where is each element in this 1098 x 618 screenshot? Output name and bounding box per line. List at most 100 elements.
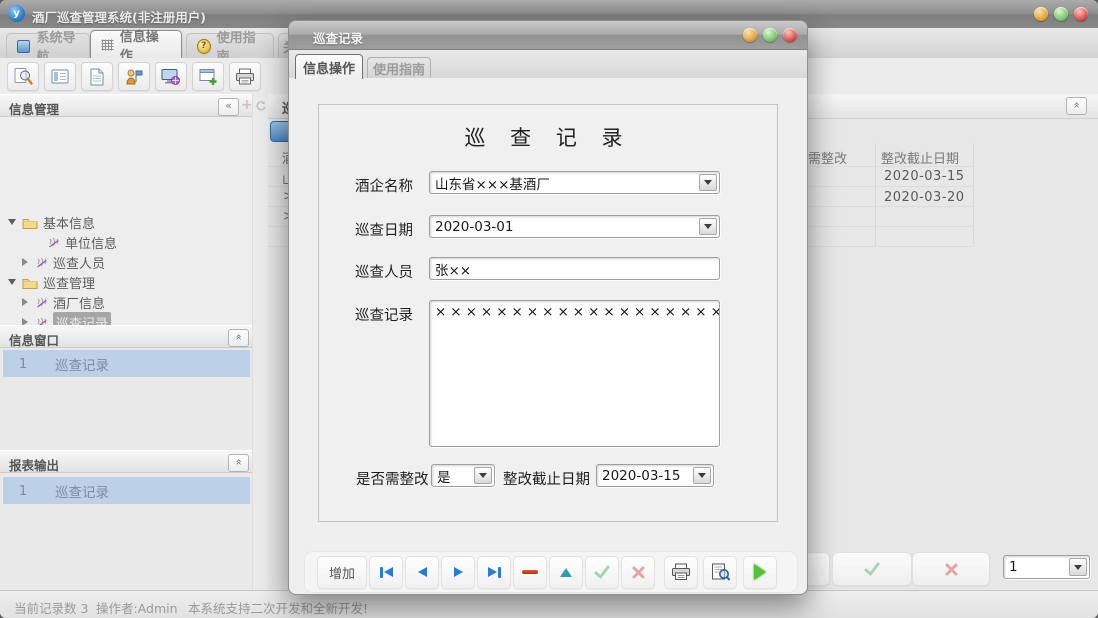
first-record-button[interactable] <box>369 556 403 589</box>
panel-title: 信息管理 <box>9 99 59 118</box>
company-label: 酒企名称 <box>355 175 413 196</box>
dropdown-arrow-icon[interactable] <box>699 218 717 235</box>
deadline-value: 2020-03-15 <box>602 468 680 484</box>
page-select-combobox[interactable]: 1 <box>1003 555 1090 579</box>
print-record-button[interactable] <box>664 556 698 589</box>
add-icon[interactable] <box>241 97 253 113</box>
dialog-body: 巡 查 记 录 酒企名称 山东省×××基酒厂 巡查日期 2020-03-01 巡… <box>289 78 807 548</box>
tree-item-label: 巡查管理 <box>43 273 95 292</box>
folder-icon <box>22 216 38 229</box>
column-header-deadline[interactable]: 整改截止日期 <box>881 148 959 167</box>
tree-item-basic-info[interactable]: 基本信息 <box>0 212 252 232</box>
collapsed-arrow-icon[interactable] <box>22 298 28 306</box>
tab-system-nav[interactable]: 系统导航 <box>6 33 90 58</box>
tree-item-winery-info[interactable]: 酒厂信息 <box>0 292 252 312</box>
run-report-button[interactable] <box>743 556 777 589</box>
list-item[interactable]: 1 巡查记录 <box>3 350 250 377</box>
tab-info-operation[interactable]: 信息操作 <box>90 30 182 58</box>
dropdown-arrow-icon[interactable] <box>699 174 717 191</box>
panel-header-info-management: 信息管理 <box>0 94 252 117</box>
monitor-button[interactable] <box>155 62 187 91</box>
tree-item-inspection-management[interactable]: 巡查管理 <box>0 272 252 292</box>
status-record-count: 当前记录数 3 <box>14 598 88 617</box>
minimize-orb-button[interactable] <box>1034 7 1048 21</box>
tree-item-label: 巡查人员 <box>53 253 105 272</box>
dialog-tab-user-guide[interactable]: 使用指南 <box>367 57 431 79</box>
print-preview-button[interactable] <box>703 556 737 589</box>
document-icon <box>89 68 105 86</box>
tree-item-inspectors[interactable]: 巡查人员 <box>0 252 252 272</box>
delete-record-icon <box>522 570 538 574</box>
search-button[interactable] <box>7 62 39 91</box>
deadline-label: 整改截止日期 <box>503 468 590 489</box>
need-fix-label: 是否需整改 <box>356 468 429 489</box>
edit-record-button[interactable] <box>549 556 583 589</box>
prev-record-button[interactable] <box>405 556 439 589</box>
refresh-icon[interactable] <box>255 100 267 112</box>
company-combobox[interactable]: 山东省×××基酒厂 <box>429 171 720 194</box>
print-button[interactable] <box>229 62 261 91</box>
dialog-record-toolbar: 增加 <box>305 552 797 592</box>
monitor-globe-icon <box>161 68 181 86</box>
delete-record-button[interactable] <box>513 556 547 589</box>
dialog-tab-info-operation[interactable]: 信息操作 <box>295 54 363 79</box>
collapsed-arrow-icon[interactable] <box>22 258 28 266</box>
sidebar-gutter <box>252 94 268 590</box>
footer-confirm-button[interactable] <box>832 552 912 586</box>
next-record-icon <box>454 567 463 577</box>
inspector-label: 巡查人员 <box>355 261 413 282</box>
dropdown-arrow-icon[interactable] <box>474 467 492 484</box>
close-orb-button[interactable] <box>1074 7 1088 21</box>
tree-item-label: 基本信息 <box>43 213 95 232</box>
window-add-icon <box>199 68 218 86</box>
dropdown-arrow-icon[interactable] <box>1069 558 1087 576</box>
collapse-up-button[interactable] <box>228 329 249 347</box>
tree-item-label: 酒厂信息 <box>53 293 105 312</box>
dialog-minimize-orb-button[interactable] <box>743 28 757 42</box>
inspector-input[interactable]: 张×× <box>429 257 720 280</box>
new-window-button[interactable] <box>192 62 224 91</box>
cancel-x-icon <box>632 566 645 579</box>
dropdown-arrow-icon[interactable] <box>693 467 711 484</box>
deadline-combobox[interactable]: 2020-03-15 <box>596 464 714 487</box>
edit-record-icon <box>560 568 572 577</box>
tool-leaf-icon <box>47 236 60 249</box>
inspector-value: 张×× <box>435 259 471 279</box>
search-icon <box>13 67 33 86</box>
collapse-up-button[interactable] <box>1066 97 1087 115</box>
maximize-orb-button[interactable] <box>1054 7 1068 21</box>
tree-item-unit-info[interactable]: 单位信息 <box>0 232 252 252</box>
record-textarea[interactable]: ××××××××××××××××××××××× <box>429 300 720 447</box>
collapse-left-button[interactable] <box>218 98 239 116</box>
table-cell-deadline[interactable]: 2020-03-20 <box>884 190 965 205</box>
dialog-tab-label: 信息操作 <box>303 58 355 77</box>
expanded-arrow-icon[interactable] <box>8 219 16 225</box>
table-cell-deadline[interactable]: 2020-03-15 <box>884 169 965 184</box>
form-heading: 巡 查 记 录 <box>318 122 778 152</box>
last-record-icon <box>488 567 497 577</box>
confirm-button[interactable] <box>585 556 619 589</box>
collapse-up-button[interactable] <box>228 454 249 472</box>
list-item-label: 巡查记录 <box>55 481 109 501</box>
add-record-button[interactable]: 增加 <box>317 556 367 589</box>
list-item-index: 1 <box>3 483 43 499</box>
expanded-arrow-icon[interactable] <box>8 279 16 285</box>
need-fix-combobox[interactable]: 是 <box>431 464 495 487</box>
first-record-icon <box>380 567 383 578</box>
last-record-button[interactable] <box>477 556 511 589</box>
dialog-maximize-orb-button[interactable] <box>763 28 777 42</box>
company-value: 山东省×××基酒厂 <box>435 173 550 193</box>
tool-leaf-icon <box>35 256 48 269</box>
date-combobox[interactable]: 2020-03-01 <box>429 215 720 238</box>
form-view-button[interactable] <box>44 62 76 91</box>
tab-user-guide[interactable]: 使用指南 <box>186 33 274 58</box>
document-button[interactable] <box>81 62 113 91</box>
record-label: 巡查记录 <box>355 304 413 325</box>
next-record-button[interactable] <box>441 556 475 589</box>
list-item[interactable]: 1 巡查记录 <box>3 477 250 504</box>
dialog-close-orb-button[interactable] <box>783 28 797 42</box>
footer-cancel-button[interactable] <box>912 552 990 586</box>
personnel-button[interactable] <box>118 62 150 91</box>
report-output-list: 1 巡查记录 <box>0 473 252 590</box>
cancel-button[interactable] <box>621 556 655 589</box>
